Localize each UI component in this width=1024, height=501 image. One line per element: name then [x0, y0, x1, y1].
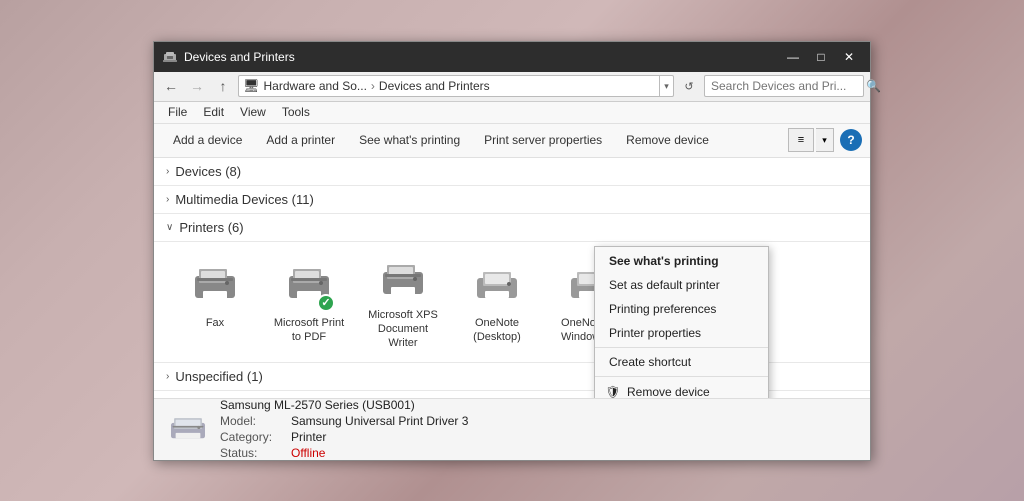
- address-breadcrumb: Hardware and So... › Devices and Printer…: [264, 79, 490, 93]
- breadcrumb-part1: Hardware and So...: [264, 79, 367, 93]
- menu-bar: File Edit View Tools: [154, 102, 870, 124]
- printer-fax[interactable]: Fax: [170, 252, 260, 352]
- onenote-desktop-label: OneNote (Desktop): [458, 316, 536, 345]
- view-button[interactable]: ≡: [788, 128, 814, 152]
- address-pc-icon: 🖥: [243, 78, 260, 94]
- menu-file[interactable]: File: [160, 101, 195, 123]
- up-button[interactable]: ↑: [212, 75, 234, 97]
- ms-pdf-label: Microsoft Print to PDF: [270, 316, 348, 345]
- menu-view[interactable]: View: [232, 101, 274, 123]
- multimedia-chevron: ›: [166, 194, 169, 205]
- status-bar: Samsung ML-2570 Series (USB001) Model: S…: [154, 398, 870, 460]
- unspecified-title: Unspecified (1): [175, 369, 262, 384]
- onenote-desktop-icon: [473, 264, 521, 308]
- printer-xps[interactable]: Microsoft XPS Document Writer: [358, 252, 448, 352]
- add-printer-button[interactable]: Add a printer: [255, 127, 346, 153]
- remove-device-toolbar-button[interactable]: Remove device: [615, 127, 720, 153]
- toolbar: Add a device Add a printer See what's pr…: [154, 124, 870, 158]
- devices-chevron: ›: [166, 166, 169, 177]
- xps-icon-wrap: [377, 260, 429, 304]
- default-badge: ✓: [317, 294, 335, 312]
- minimize-button[interactable]: —: [780, 47, 806, 67]
- title-bar: Devices and Printers — □ ✕: [154, 42, 870, 72]
- ctx-create-shortcut[interactable]: Create shortcut: [595, 350, 768, 374]
- status-status-row: Status: Offline: [220, 446, 468, 460]
- unspecified-chevron: ›: [166, 371, 169, 382]
- window-icon: [162, 49, 178, 65]
- printers-chevron: ∨: [166, 222, 173, 233]
- search-box[interactable]: 🔍: [704, 75, 864, 97]
- breadcrumb-arrow: ›: [371, 79, 375, 93]
- ctx-printer-props[interactable]: Printer properties: [595, 321, 768, 345]
- xps-icon: [379, 260, 427, 304]
- print-server-button[interactable]: Print server properties: [473, 127, 613, 153]
- status-category-value: Printer: [291, 430, 326, 444]
- context-menu: See what's printing Set as default print…: [594, 246, 769, 398]
- ms-pdf-icon-wrap: ✓: [283, 260, 335, 312]
- status-status-label: Status:: [220, 446, 285, 460]
- search-input[interactable]: [711, 79, 866, 93]
- status-model-row: Model: Samsung Universal Print Driver 3: [220, 414, 468, 428]
- onenote-desktop-icon-wrap: [471, 260, 523, 312]
- status-status-value: Offline: [291, 446, 325, 460]
- ctx-see-printing[interactable]: See what's printing: [595, 249, 768, 273]
- menu-edit[interactable]: Edit: [195, 101, 232, 123]
- help-button[interactable]: ?: [840, 129, 862, 151]
- status-model-value: Samsung Universal Print Driver 3: [291, 414, 468, 428]
- ctx-printing-prefs[interactable]: Printing preferences: [595, 297, 768, 321]
- devices-title: Devices (8): [175, 164, 241, 179]
- see-printing-button[interactable]: See what's printing: [348, 127, 471, 153]
- window-title: Devices and Printers: [184, 50, 780, 64]
- main-window: Devices and Printers — □ ✕ ← → ↑ 🖥 Hardw…: [153, 41, 871, 461]
- address-box[interactable]: 🖥 Hardware and So... › Devices and Print…: [238, 75, 674, 97]
- status-device-name: Samsung ML-2570 Series (USB001): [220, 398, 415, 412]
- status-model-label: Model:: [220, 414, 285, 428]
- printer-ms-pdf[interactable]: ✓ Microsoft Print to PDF: [264, 252, 354, 352]
- ctx-separator-2: [595, 376, 768, 377]
- window-controls: — □ ✕: [780, 47, 862, 67]
- search-icon[interactable]: 🔍: [866, 79, 881, 93]
- menu-tools[interactable]: Tools: [274, 101, 318, 123]
- forward-button[interactable]: →: [186, 75, 208, 97]
- ctx-remove-device-label: Remove device: [627, 385, 710, 398]
- section-multimedia[interactable]: › Multimedia Devices (11): [154, 186, 870, 214]
- address-dropdown-button[interactable]: ▾: [659, 75, 673, 97]
- section-printers[interactable]: ∨ Printers (6): [154, 214, 870, 242]
- printer-onenote-desktop[interactable]: OneNote (Desktop): [452, 252, 542, 352]
- ctx-set-default[interactable]: Set as default printer: [595, 273, 768, 297]
- content-area: › Devices (8) › Multimedia Devices (11) …: [154, 158, 870, 398]
- status-info: Samsung ML-2570 Series (USB001) Model: S…: [220, 398, 468, 460]
- status-device-name-row: Samsung ML-2570 Series (USB001): [220, 398, 468, 412]
- section-devices[interactable]: › Devices (8): [154, 158, 870, 186]
- fax-icon: [191, 264, 239, 308]
- remove-device-icon: 🛡: [605, 384, 621, 398]
- maximize-button[interactable]: □: [808, 47, 834, 67]
- ctx-remove-device[interactable]: 🛡 Remove device: [595, 379, 768, 398]
- back-button[interactable]: ←: [160, 75, 182, 97]
- fax-icon-wrap: [189, 260, 241, 312]
- printers-title: Printers (6): [179, 220, 243, 235]
- xps-label: Microsoft XPS Document Writer: [364, 308, 442, 351]
- status-category-row: Category: Printer: [220, 430, 468, 444]
- breadcrumb-part2: Devices and Printers: [379, 79, 490, 93]
- ctx-separator-1: [595, 347, 768, 348]
- status-category-label: Category:: [220, 430, 285, 444]
- multimedia-title: Multimedia Devices (11): [175, 192, 313, 207]
- add-device-button[interactable]: Add a device: [162, 127, 253, 153]
- view-dropdown-button[interactable]: ▾: [816, 128, 834, 152]
- status-printer-icon: [168, 409, 208, 449]
- close-button[interactable]: ✕: [836, 47, 862, 67]
- address-bar: ← → ↑ 🖥 Hardware and So... › Devices and…: [154, 72, 870, 102]
- fax-label: Fax: [206, 316, 224, 330]
- refresh-button[interactable]: ↺: [678, 75, 700, 97]
